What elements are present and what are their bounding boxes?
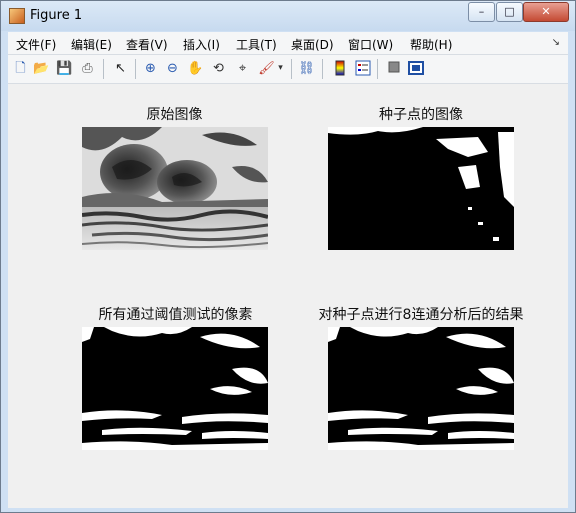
print-icon[interactable]: ⎙ <box>79 60 96 77</box>
connected-result-image <box>328 327 514 450</box>
legend-icon[interactable] <box>354 60 371 77</box>
toolbar: 🗋 📂 💾 ⎙ ↖ ⊕ ⊖ ✋ ⟲ ⌖ 🖌 ▾ ⛓ <box>8 55 568 84</box>
original-image <box>82 127 268 250</box>
menu-file[interactable]: 文件(F) <box>16 36 56 53</box>
show-plot-tools-icon[interactable] <box>407 60 424 77</box>
data-cursor-icon[interactable]: ⌖ <box>234 60 251 77</box>
save-icon[interactable]: 💾 <box>56 60 73 77</box>
toolbar-separator <box>291 59 292 79</box>
figure-window: Figure 1 – □ ✕ 文件(F) 编辑(E) 查看(V) 插入(I) 工… <box>0 0 576 513</box>
pan-hand-icon[interactable]: ✋ <box>187 60 204 77</box>
panel-title-threshold: 所有通过阈值测试的像素 <box>98 307 253 323</box>
toolbar-separator <box>377 59 378 79</box>
zoom-out-icon[interactable]: ⊖ <box>164 60 181 77</box>
menu-help[interactable]: 帮助(H) <box>410 36 452 53</box>
brush-dropdown-icon[interactable]: ▾ <box>276 60 285 77</box>
colorbar-icon[interactable] <box>331 60 348 77</box>
figure-canvas: 原始图像 种子点的图像 所有通过阈值测试的像素 对种子点进行8连通分析后的结果 <box>8 84 568 508</box>
new-figure-icon[interactable]: 🗋 <box>12 60 29 77</box>
menu-tools[interactable]: 工具(T) <box>236 36 277 53</box>
panel-title-original: 原始图像 <box>146 107 203 123</box>
minimize-button[interactable]: – <box>468 2 495 22</box>
menu-desktop[interactable]: 桌面(D) <box>291 36 334 53</box>
menu-bar: 文件(F) 编辑(E) 查看(V) 插入(I) 工具(T) 桌面(D) 窗口(W… <box>8 32 568 55</box>
toolbar-separator <box>135 59 136 79</box>
toolbar-separator <box>322 59 323 79</box>
menu-insert[interactable]: 插入(I) <box>183 36 220 53</box>
seed-point-image <box>328 127 514 250</box>
link-plot-icon[interactable]: ⛓ <box>298 60 315 77</box>
panel-title-seed-points: 种子点的图像 <box>379 107 463 123</box>
panel-title-8-connected: 对种子点进行8连通分析后的结果 <box>318 307 524 323</box>
select-pointer-icon[interactable]: ↖ <box>112 60 129 77</box>
window-title: Figure 1 <box>30 8 83 23</box>
menu-window[interactable]: 窗口(W) <box>348 36 393 53</box>
maximize-button[interactable]: □ <box>496 2 523 22</box>
open-file-icon[interactable]: 📂 <box>33 60 50 77</box>
menu-edit[interactable]: 编辑(E) <box>71 36 112 53</box>
zoom-in-icon[interactable]: ⊕ <box>142 60 159 77</box>
dock-arrow-icon[interactable]: ↘ <box>552 37 560 48</box>
threshold-image <box>82 327 268 450</box>
brush-icon[interactable]: 🖌 <box>258 60 275 77</box>
menu-view[interactable]: 查看(V) <box>126 36 168 53</box>
hide-plot-tools-icon[interactable] <box>385 60 402 77</box>
title-bar[interactable]: Figure 1 – □ ✕ <box>1 1 575 31</box>
matlab-icon <box>9 8 25 24</box>
toolbar-separator <box>103 59 104 79</box>
rotate-3d-icon[interactable]: ⟲ <box>210 60 227 77</box>
close-button[interactable]: ✕ <box>523 2 569 22</box>
